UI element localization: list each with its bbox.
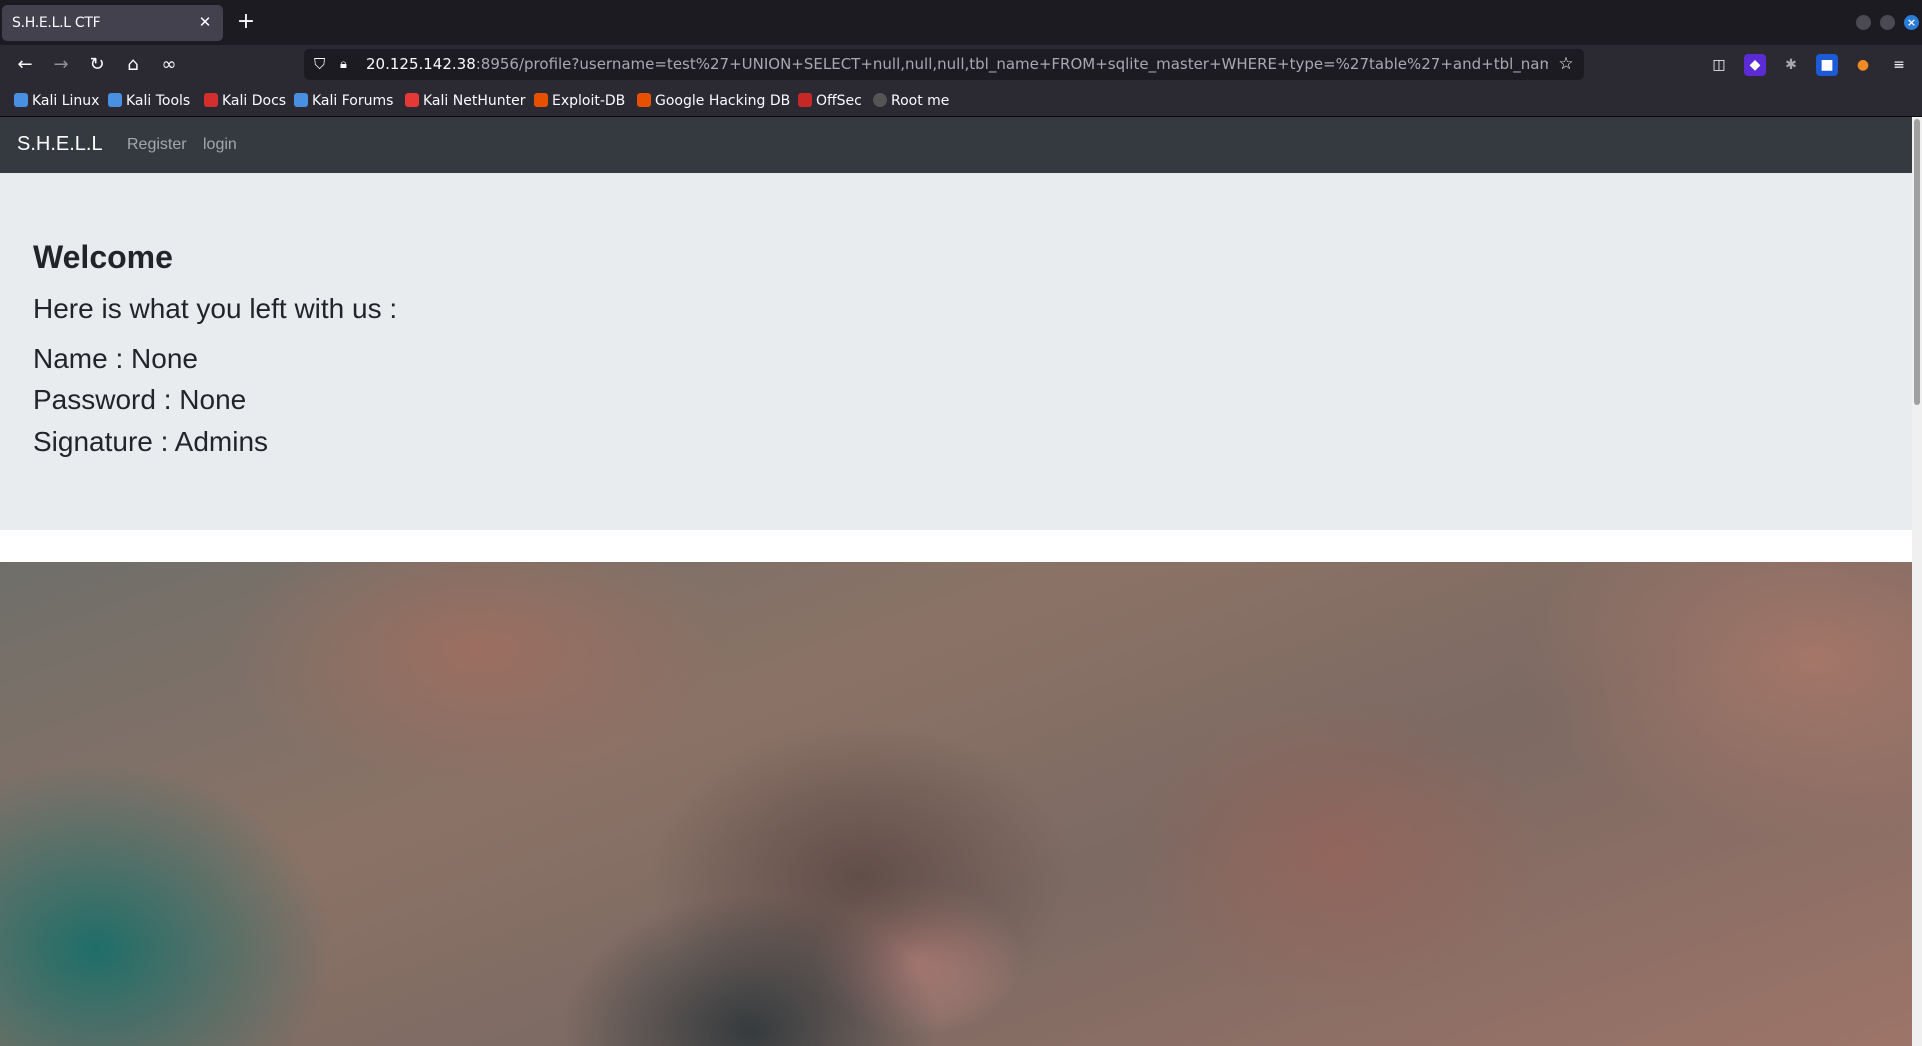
bookmark-kali-linux[interactable]: Kali Linux xyxy=(14,91,99,111)
extension-shield-icon[interactable]: ■ xyxy=(1816,54,1838,76)
tab-bar: S.H.E.L.L CTF ✕ + × xyxy=(0,0,1922,45)
hero-image xyxy=(0,562,1912,1046)
site-brand[interactable]: S.H.E.L.L xyxy=(17,133,103,156)
kali-nethunter-icon xyxy=(405,93,419,107)
exploit-db-icon xyxy=(534,93,548,107)
bookmark-kali-tools[interactable]: Kali Tools xyxy=(108,91,190,111)
tracking-shield-icon[interactable]: ⛉ xyxy=(314,49,332,80)
new-tab-icon[interactable]: + xyxy=(234,9,258,35)
minimize-icon[interactable] xyxy=(1856,15,1871,30)
bookmark-kali-docs[interactable]: Kali Docs xyxy=(204,91,286,111)
offsec-icon xyxy=(798,93,812,107)
bookmark-exploit-db[interactable]: Exploit-DB xyxy=(534,91,625,111)
close-window-icon[interactable]: × xyxy=(1904,15,1919,30)
extension-purple-icon[interactable]: ◆ xyxy=(1744,54,1766,76)
hero-image-detail xyxy=(560,892,940,1046)
bookmark-google-hacking-db[interactable]: Google Hacking DB xyxy=(637,91,790,111)
pocket-icon[interactable]: ◫ xyxy=(1708,54,1730,76)
scrollbar-thumb[interactable] xyxy=(1914,119,1920,405)
maximize-icon[interactable] xyxy=(1880,15,1895,30)
page-scrollbar[interactable] xyxy=(1912,117,1922,1046)
page-content: S.H.E.L.L Register login Welcome Here is… xyxy=(0,117,1912,1046)
bookmark-star-icon[interactable]: ☆ xyxy=(1556,49,1576,80)
site-navbar: S.H.E.L.L Register login xyxy=(0,117,1912,173)
reload-icon[interactable]: ↻ xyxy=(84,52,110,78)
kali-docs-icon xyxy=(204,93,218,107)
bookmark-offsec[interactable]: OffSec xyxy=(798,91,862,111)
back-icon[interactable]: ← xyxy=(12,52,38,78)
register-link[interactable]: Register xyxy=(127,136,187,154)
password-field: Password : None xyxy=(33,384,247,415)
profile-panel: Welcome Here is what you left with us : … xyxy=(0,173,1912,530)
browser-tab[interactable]: S.H.E.L.L CTF ✕ xyxy=(2,5,223,41)
root-me-icon xyxy=(873,93,887,107)
kali-forums-icon xyxy=(294,93,308,107)
firefox-account-icon[interactable]: ● xyxy=(1852,54,1874,76)
kali-linux-icon xyxy=(14,93,28,107)
name-field: Name : None xyxy=(33,343,198,374)
bookmarks-toolbar: Kali Linux Kali Tools Kali Docs Kali For… xyxy=(0,85,1922,117)
extension-puzzle-icon[interactable]: ✱ xyxy=(1780,54,1802,76)
welcome-heading: Welcome xyxy=(33,239,173,275)
tab-close-icon[interactable]: ✕ xyxy=(195,12,215,32)
forward-icon[interactable]: → xyxy=(48,52,74,78)
lock-icon[interactable]: 🔒︎ xyxy=(340,49,358,80)
home-icon[interactable]: ⌂ xyxy=(120,52,146,78)
address-bar[interactable]: ⛉ 🔒︎ 20.125.142.38:8956/profile?username… xyxy=(304,49,1584,80)
kali-tools-icon xyxy=(108,93,122,107)
bookmark-kali-nethunter[interactable]: Kali NetHunter xyxy=(405,91,525,111)
bookmark-kali-forums[interactable]: Kali Forums xyxy=(294,91,393,111)
login-link[interactable]: login xyxy=(203,136,237,154)
signature-field: Signature : Admins xyxy=(33,426,269,457)
tab-title: S.H.E.L.L CTF xyxy=(12,15,101,31)
bookmark-root-me[interactable]: Root me xyxy=(873,91,949,111)
extension-icon[interactable]: ∞ xyxy=(156,52,182,78)
lead-text: Here is what you left with us : xyxy=(33,293,398,324)
google-hacking-db-icon xyxy=(637,93,651,107)
navigation-toolbar: ← → ↻ ⌂ ∞ ⛉ 🔒︎ 20.125.142.38:8956/profil… xyxy=(0,45,1922,85)
menu-icon[interactable]: ≡ xyxy=(1888,54,1910,76)
url-text[interactable]: 20.125.142.38:8956/profile?username=test… xyxy=(366,49,1548,80)
